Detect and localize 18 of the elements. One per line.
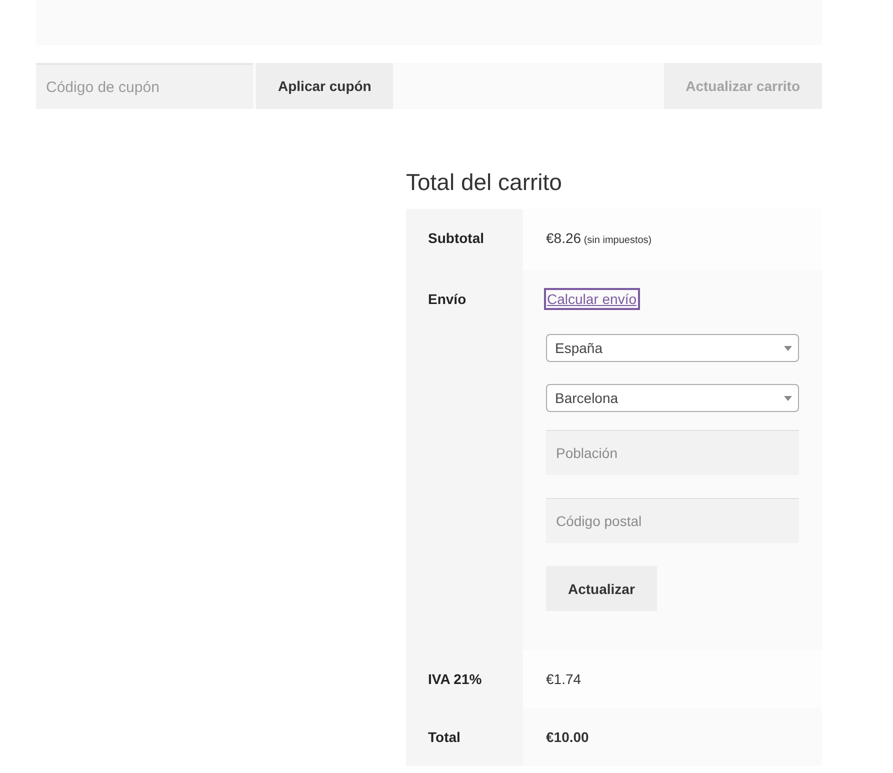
calculate-shipping-link[interactable]: Calcular envío: [546, 290, 638, 308]
amount-text: €1.74: [546, 670, 582, 688]
update-shipping-button[interactable]: Actualizar: [546, 566, 657, 611]
row-label: IVA 21%: [406, 650, 523, 708]
city-field[interactable]: Población: [546, 430, 799, 475]
row-label: Subtotal: [406, 209, 523, 270]
row-label: Envío: [406, 270, 523, 650]
postcode-field[interactable]: Código postal: [546, 498, 799, 543]
country-select[interactable]: España: [546, 334, 799, 362]
row-label: Total: [406, 708, 523, 766]
cart-totals-heading: Total del carrito: [406, 168, 563, 197]
caret-icon: [784, 396, 792, 400]
amount-text: €10.00: [546, 728, 589, 746]
coupon-field[interactable]: Código de cupón: [36, 63, 253, 109]
province-select[interactable]: Barcelona: [546, 384, 799, 412]
caret-icon: [784, 346, 792, 350]
amount-text: €8.26 (sin impuestos): [546, 229, 652, 248]
apply-coupon-button[interactable]: Aplicar cupón: [256, 63, 394, 109]
